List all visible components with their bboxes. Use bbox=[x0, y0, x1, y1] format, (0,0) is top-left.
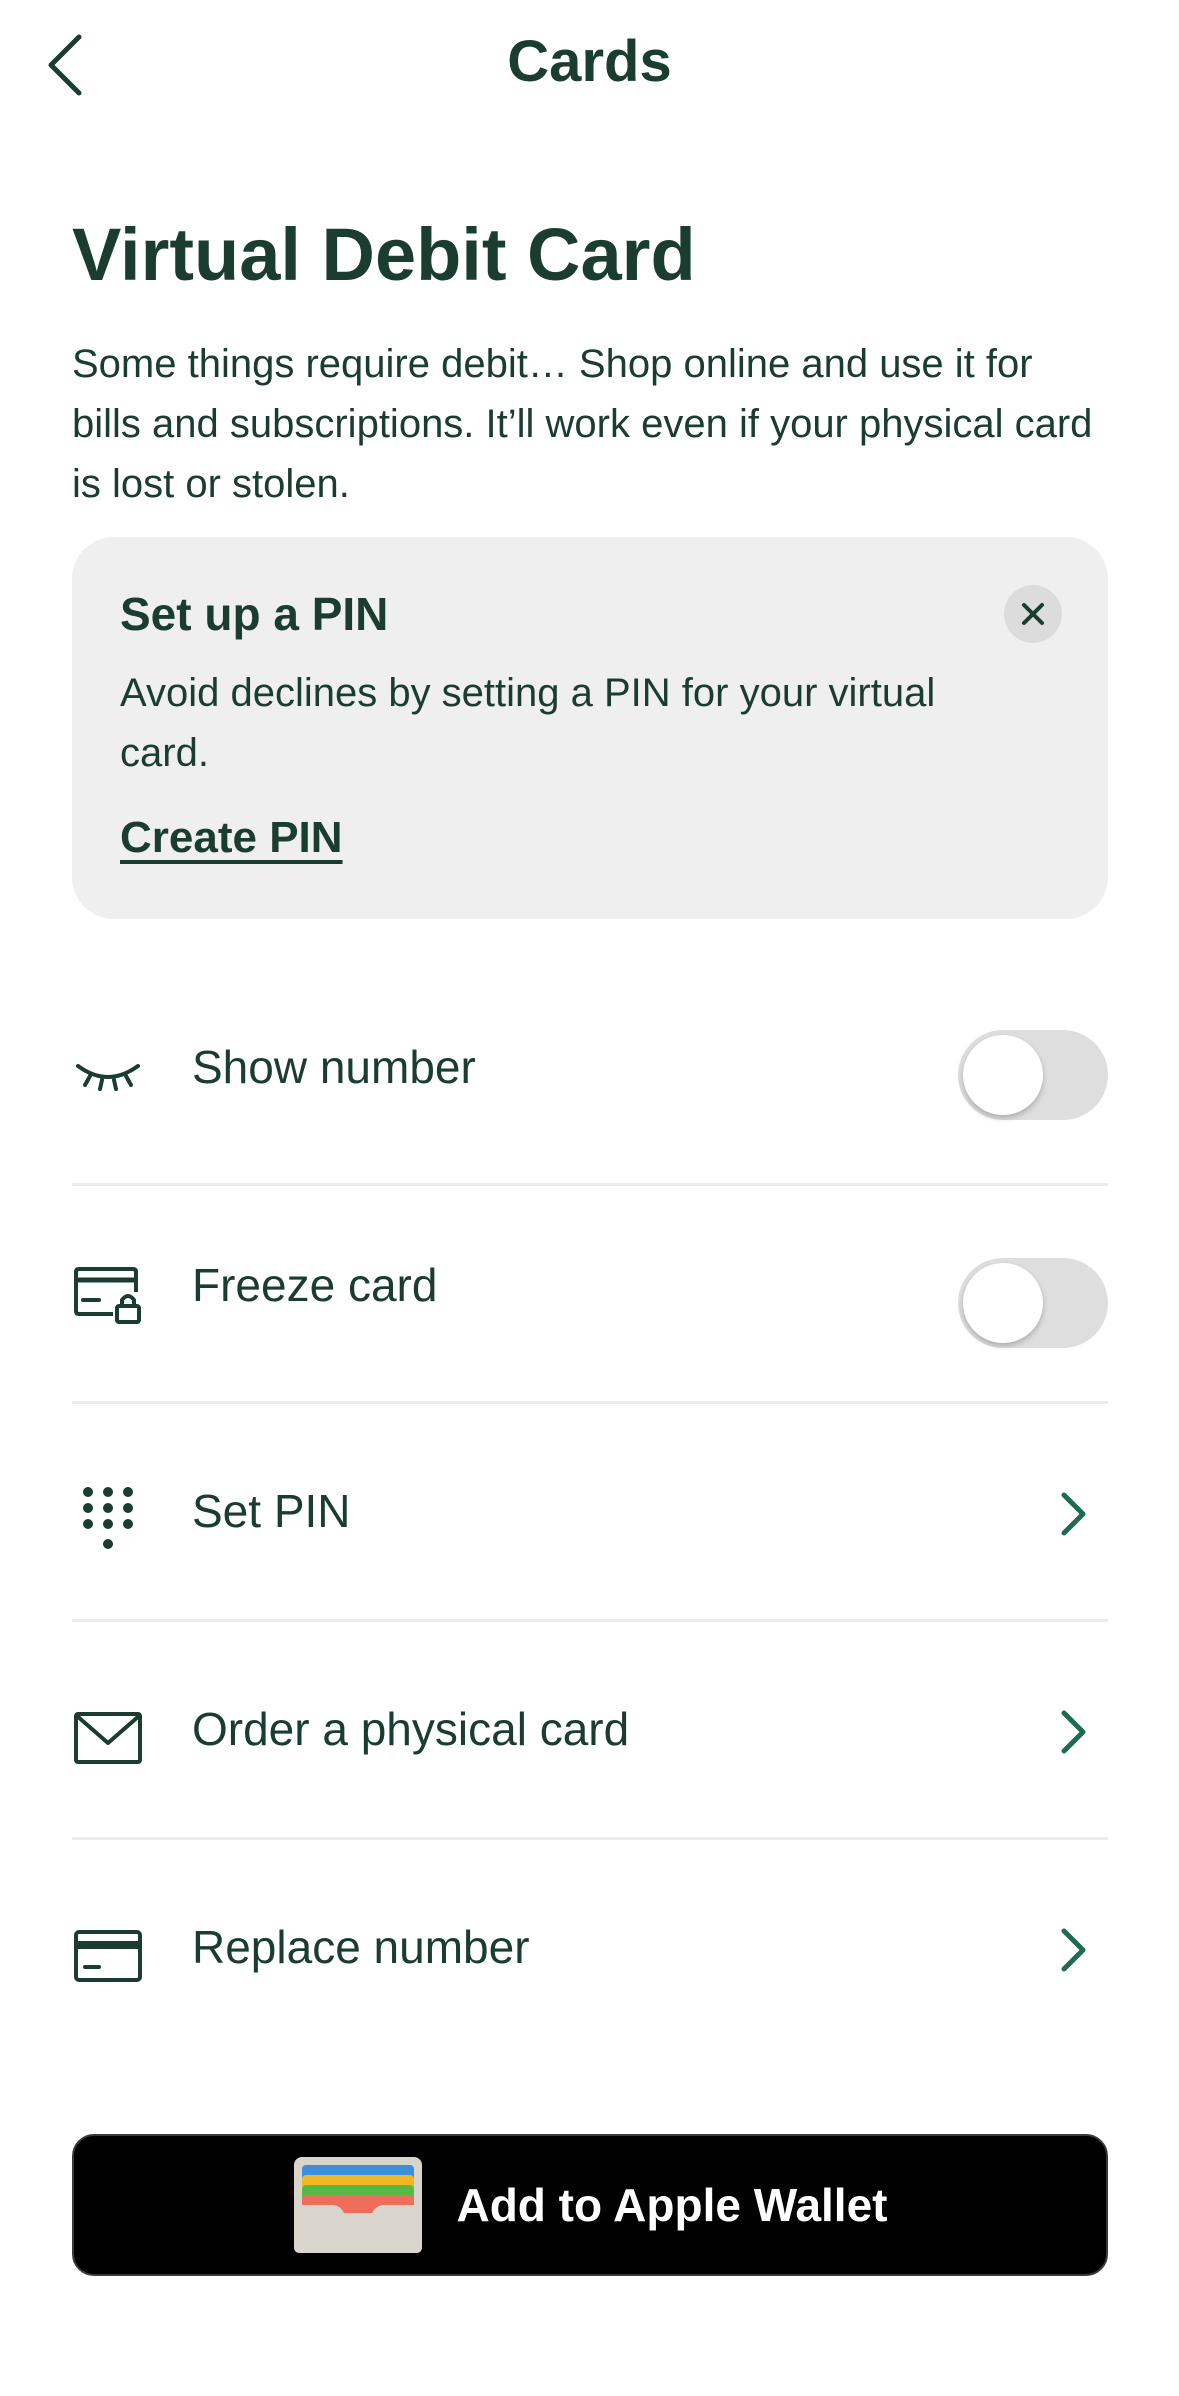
envelope-icon bbox=[72, 1702, 144, 1774]
settings-row-show-number: Show number bbox=[72, 968, 1108, 1186]
chevron-right-icon bbox=[1054, 1702, 1094, 1762]
banner-title: Set up a PIN bbox=[120, 588, 389, 640]
wallet-button-label: Add to Apple Wallet bbox=[456, 2179, 888, 2231]
freeze-card-toggle[interactable] bbox=[958, 1258, 1108, 1348]
banner-close-button[interactable] bbox=[1004, 585, 1062, 643]
row-label: Show number bbox=[192, 1041, 476, 1093]
toggle-knob bbox=[963, 1263, 1043, 1343]
add-to-apple-wallet-button[interactable]: Add to Apple Wallet bbox=[72, 2134, 1108, 2276]
row-label: Order a physical card bbox=[192, 1703, 630, 1755]
close-icon bbox=[1022, 603, 1044, 625]
wallet-icon bbox=[294, 2157, 423, 2253]
banner-body: Avoid declines by setting a PIN for your… bbox=[120, 671, 936, 775]
keypad-icon bbox=[72, 1484, 144, 1556]
nav-bar: Cards bbox=[0, 0, 1179, 130]
nav-title: Cards bbox=[507, 29, 672, 94]
toggle-knob bbox=[963, 1035, 1043, 1115]
settings-row-freeze-card: Freeze card bbox=[72, 1186, 1108, 1404]
settings-row-set-pin[interactable]: Set PIN bbox=[72, 1404, 1108, 1622]
chevron-right-icon bbox=[1054, 1484, 1094, 1544]
page-description: Some things require debit… Shop online a… bbox=[72, 342, 1093, 506]
row-label: Replace number bbox=[192, 1921, 530, 1973]
create-pin-link[interactable]: Create PIN bbox=[120, 813, 343, 863]
show-number-toggle[interactable] bbox=[958, 1030, 1108, 1120]
settings-row-order-physical-card[interactable]: Order a physical card bbox=[72, 1622, 1108, 1840]
card-lock-icon bbox=[72, 1258, 144, 1330]
credit-card-icon bbox=[72, 1920, 144, 1992]
eye-closed-icon bbox=[72, 1040, 144, 1112]
page-title: Virtual Debit Card bbox=[72, 213, 696, 296]
chevron-right-icon bbox=[1054, 1920, 1094, 1980]
settings-row-replace-number[interactable]: Replace number bbox=[72, 1840, 1108, 2058]
row-label: Set PIN bbox=[192, 1485, 351, 1537]
row-label: Freeze card bbox=[192, 1259, 438, 1311]
pin-setup-banner: Set up a PIN Avoid declines by setting a… bbox=[72, 537, 1108, 919]
